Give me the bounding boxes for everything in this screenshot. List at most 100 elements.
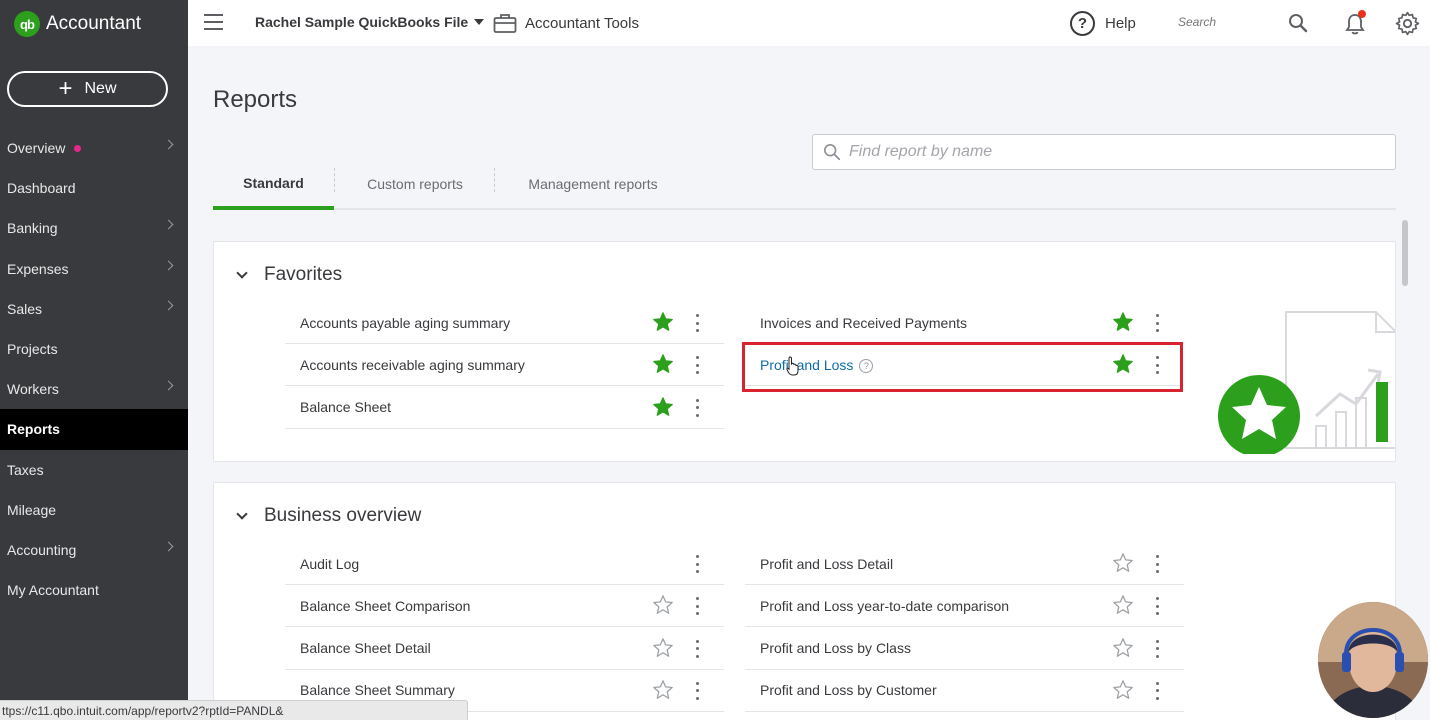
report-link[interactable]: Profit and Loss by Class <box>760 640 911 656</box>
accountant-tools-button[interactable]: Accountant Tools <box>493 12 639 34</box>
find-report-search[interactable] <box>812 134 1396 170</box>
new-button[interactable]: + New <box>7 71 168 107</box>
report-row: Profit and Loss Detail <box>745 543 1184 585</box>
quickbooks-reports-screen: qb Accountant + New Overview Dashboard Ban… <box>0 0 1430 720</box>
sidebar-item-workers[interactable]: Workers <box>0 369 188 409</box>
favorites-section: Favorites Accounts payable aging summary… <box>213 241 1396 462</box>
accountant-tools-label: Accountant Tools <box>525 14 639 32</box>
favorite-star-outline-icon[interactable] <box>652 594 674 616</box>
top-search-input[interactable] <box>1178 15 1258 29</box>
sidebar-item-reports[interactable]: Reports <box>0 409 188 450</box>
plus-icon: + <box>58 75 73 102</box>
more-options-icon[interactable] <box>1155 681 1159 700</box>
sidebar-item-label: My Accountant <box>7 582 99 599</box>
more-options-icon[interactable] <box>1155 597 1159 616</box>
business-overview-header[interactable]: Business overview <box>234 505 421 527</box>
report-row: Profit and Loss by Customer <box>745 670 1184 712</box>
more-options-icon[interactable] <box>695 639 699 658</box>
report-link[interactable]: Invoices and Received Payments <box>760 315 967 331</box>
help-question-icon: ? <box>1070 11 1095 36</box>
business-overview-title: Business overview <box>264 505 422 526</box>
favorite-star-filled-icon[interactable] <box>1112 311 1134 333</box>
tab-management-reports[interactable]: Management reports <box>495 160 691 208</box>
chevron-right-icon <box>163 260 174 271</box>
more-options-icon[interactable] <box>695 356 699 375</box>
report-link[interactable]: Accounts payable aging summary <box>300 315 510 331</box>
chevron-down-icon <box>236 508 248 520</box>
favorite-star-outline-icon[interactable] <box>1112 679 1134 701</box>
business-overview-section: Business overview Audit Log Balance Sheet… <box>213 482 1396 720</box>
company-switcher[interactable]: Rachel Sample QuickBooks File <box>255 14 485 30</box>
more-options-icon[interactable] <box>695 597 699 616</box>
more-options-icon[interactable] <box>695 314 699 332</box>
report-row: Balance Sheet Comparison <box>285 585 724 628</box>
favorite-star-outline-icon[interactable] <box>1112 594 1134 616</box>
caret-down-icon <box>474 19 485 25</box>
report-name: Profit and Loss year-to-date comparison <box>760 597 1010 614</box>
help-button[interactable]: ? Help <box>1070 11 1136 36</box>
report-link[interactable]: Balance Sheet Summary <box>300 682 455 698</box>
sidebar-item-mileage[interactable]: Mileage <box>0 490 188 530</box>
report-link[interactable]: Profit and Loss Detail <box>760 556 893 572</box>
favorite-star-filled-icon[interactable] <box>652 396 674 418</box>
sidebar-item-projects[interactable]: Projects <box>0 329 188 369</box>
help-label: Help <box>1105 15 1136 32</box>
report-row: Accounts payable aging summary <box>285 302 724 344</box>
brand[interactable]: qb Accountant <box>14 10 141 38</box>
more-options-icon[interactable] <box>1155 555 1159 573</box>
report-row: Profit and Loss? <box>745 344 1184 387</box>
more-options-icon[interactable] <box>695 681 699 700</box>
more-options-icon[interactable] <box>695 555 699 573</box>
status-bar-url: ttps://c11.qbo.intuit.com/app/reportv2?r… <box>0 700 468 720</box>
more-options-icon[interactable] <box>1155 314 1159 332</box>
report-link[interactable]: Audit Log <box>300 556 359 572</box>
settings-gear-icon[interactable] <box>1395 11 1420 36</box>
report-name: Invoices and Received Payments <box>760 314 967 331</box>
notification-badge <box>1358 10 1366 18</box>
favorite-star-outline-icon[interactable] <box>1112 637 1134 659</box>
chevron-right-icon <box>163 541 174 552</box>
more-options-icon[interactable] <box>695 398 699 417</box>
report-link[interactable]: Accounts receivable aging summary <box>300 357 525 373</box>
tab-standard[interactable]: Standard <box>213 160 334 210</box>
chevron-right-icon <box>163 139 174 150</box>
sidebar-item-my-accountant[interactable]: My Accountant <box>0 570 188 610</box>
sidebar-item-label: Projects <box>7 341 58 358</box>
more-options-icon[interactable] <box>1155 356 1159 375</box>
report-link[interactable]: Balance Sheet Detail <box>300 640 431 656</box>
report-name: Audit Log <box>300 555 360 572</box>
sidebar-item-label: Sales <box>7 300 43 317</box>
scrollbar-thumb[interactable] <box>1402 220 1408 286</box>
favorite-star-filled-icon[interactable] <box>652 353 674 375</box>
sidebar-item-expenses[interactable]: Expenses <box>0 249 188 289</box>
favorite-star-outline-icon[interactable] <box>1112 552 1134 574</box>
sidebar-item-accounting[interactable]: Accounting <box>0 530 188 570</box>
favorite-star-outline-icon[interactable] <box>652 679 674 701</box>
report-link[interactable]: Profit and Loss by Customer <box>760 682 937 698</box>
search-icon <box>823 143 841 161</box>
search-icon[interactable] <box>1288 13 1308 33</box>
top-bar: Rachel Sample QuickBooks File Accountant… <box>188 0 1430 46</box>
hamburger-menu-icon[interactable] <box>204 14 223 30</box>
sidebar-item-taxes[interactable]: Taxes <box>0 450 188 490</box>
sidebar-item-dashboard[interactable]: Dashboard <box>0 168 188 208</box>
find-report-input[interactable] <box>849 143 1369 161</box>
new-button-label: New <box>84 80 117 97</box>
info-icon[interactable]: ? <box>859 358 874 373</box>
report-link[interactable]: Profit and Loss year-to-date comparison <box>760 598 1009 614</box>
report-link[interactable]: Balance Sheet <box>300 399 391 415</box>
notification-dot <box>74 144 82 152</box>
sidebar-item-sales[interactable]: Sales <box>0 289 188 329</box>
tab-custom-reports[interactable]: Custom reports <box>335 160 495 208</box>
report-link[interactable]: Profit and Loss? <box>760 357 874 373</box>
report-link[interactable]: Balance Sheet Comparison <box>300 598 470 614</box>
sidebar-item-overview[interactable]: Overview <box>0 128 188 168</box>
sidebar-item-label: Reports <box>7 421 60 438</box>
sidebar-nav: Overview Dashboard Banking Expenses Sales Pro… <box>0 128 188 610</box>
favorite-star-filled-icon[interactable] <box>1112 353 1134 375</box>
sidebar-item-banking[interactable]: Banking <box>0 208 188 248</box>
more-options-icon[interactable] <box>1155 639 1159 658</box>
favorite-star-outline-icon[interactable] <box>652 637 674 659</box>
favorite-star-filled-icon[interactable] <box>652 311 674 333</box>
favorites-header[interactable]: Favorites <box>234 264 342 286</box>
